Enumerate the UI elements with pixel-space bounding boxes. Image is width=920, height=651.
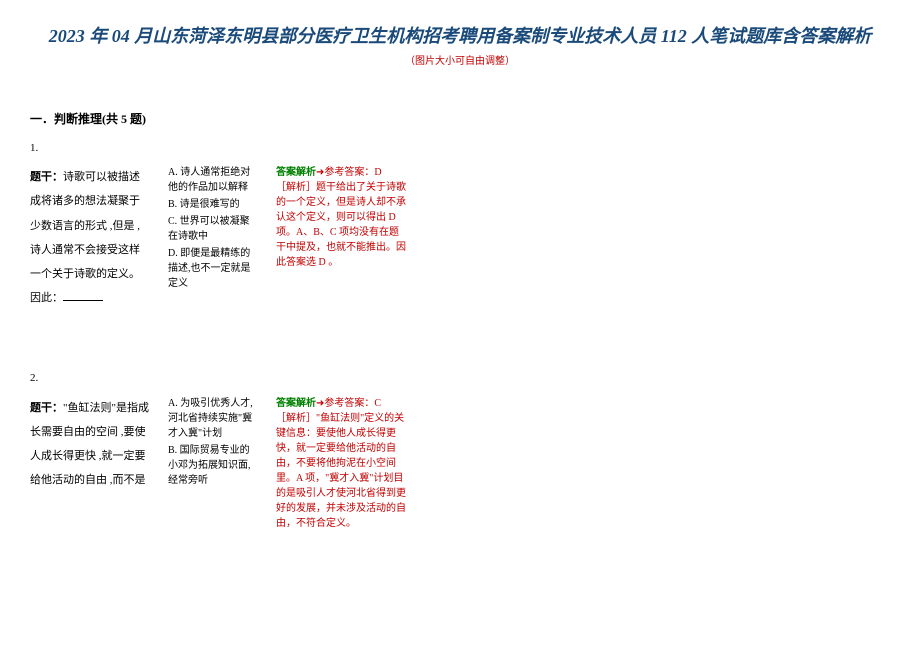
blank-line [63,289,103,301]
option-c: C. 世界可以被凝聚在诗歌中 [168,214,258,244]
section-header: 一．判断推理(共 5 题) [30,110,890,129]
analysis-label: 答案解析 [276,398,316,409]
options-column: A. 为吸引优秀人才,河北省持续实施"冀才入冀"计划 B. 国际贸易专业的小邓为… [168,396,258,490]
option-b: B. 国际贸易专业的小邓为拓展知识面,经常旁听 [168,443,258,488]
answer-text: 参考答案：D [324,167,381,178]
question-stem: 题干："鱼缸法则"是指成长需要自由的空间 ,要使人成长得更快 ,就一定要给他活动… [30,396,150,493]
stem-label: 题干： [30,402,63,414]
options-column: A. 诗人通常拒绝对他的作品加以解释 B. 诗是很难写的 C. 世界可以被凝聚在… [168,165,258,293]
option-a: A. 诗人通常拒绝对他的作品加以解释 [168,165,258,195]
stem-text: 诗歌可以被描述成将诸多的想法凝聚于少数语言的形式 ,但是 ,诗人通常不会接受这样… [30,171,140,304]
stem-label: 题干： [30,171,63,183]
option-b: B. 诗是很难写的 [168,197,258,212]
question-stem: 题干：诗歌可以被描述成将诸多的想法凝聚于少数语言的形式 ,但是 ,诗人通常不会接… [30,165,150,310]
analysis-label: 答案解析 [276,167,316,178]
question-number: 1. [30,140,890,158]
analysis-body: ［解析］题干给出了关于诗歌的一个定义，但是诗人却不承认这个定义，则可以得出 D … [276,180,406,270]
page-subtitle: （图片大小可自由调整） [30,54,890,70]
stem-text: "鱼缸法则"是指成长需要自由的空间 ,要使人成长得更快 ,就一定要给他活动的自由… [30,402,149,487]
question-block: 题干："鱼缸法则"是指成长需要自由的空间 ,要使人成长得更快 ,就一定要给他活动… [30,396,890,531]
analysis-body: ［解析］"鱼缸法则"定义的关键信息：要使他人成长得更快，就一定要给他活动的自由，… [276,411,406,531]
answer-text: 参考答案：C [324,398,381,409]
option-d: D. 即便是最精练的描述,也不一定就是定义 [168,246,258,291]
option-a: A. 为吸引优秀人才,河北省持续实施"冀才入冀"计划 [168,396,258,441]
page-title: 2023 年 04 月山东菏泽东明县部分医疗卫生机构招考聘用备案制专业技术人员 … [30,20,890,52]
analysis-column: 答案解析➜参考答案：D ［解析］题干给出了关于诗歌的一个定义，但是诗人却不承认这… [276,165,406,270]
question-block: 题干：诗歌可以被描述成将诸多的想法凝聚于少数语言的形式 ,但是 ,诗人通常不会接… [30,165,890,310]
question-number: 2. [30,370,890,388]
analysis-column: 答案解析➜参考答案：C ［解析］"鱼缸法则"定义的关键信息：要使他人成长得更快，… [276,396,406,531]
